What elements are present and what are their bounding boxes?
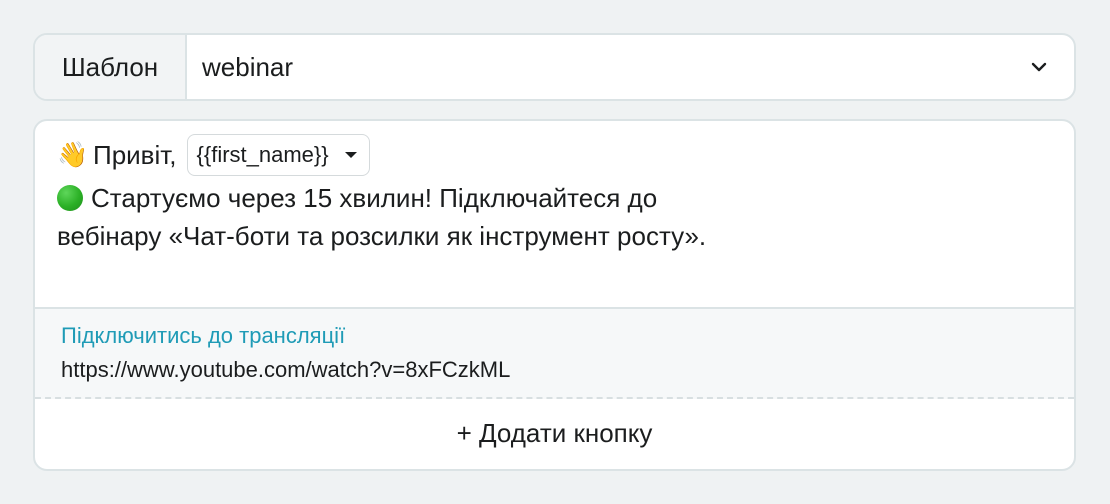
inline-button-url: https://www.youtube.com/watch?v=8xFCzkML (61, 357, 511, 382)
waving-hand-icon: 👋 (57, 140, 89, 169)
first-name-variable-chip[interactable]: {{first_name}} (186, 134, 370, 176)
greeting-text: Привіт, (93, 140, 177, 170)
message-text-area[interactable]: 👋 Привіт, {{first_name}} Стартуємо через… (35, 121, 1074, 309)
caret-down-icon (344, 152, 357, 158)
green-circle-icon (57, 185, 83, 211)
template-selected-value: webinar (202, 51, 294, 82)
template-selector[interactable]: Шаблон webinar (33, 33, 1076, 101)
template-dropdown[interactable]: webinar (187, 35, 1074, 99)
variable-label: {{first_name}} (196, 142, 329, 167)
message-editor: 👋 Привіт, {{first_name}} Стартуємо через… (33, 119, 1076, 471)
inline-button-title: Підключитись до трансляції (61, 323, 346, 348)
message-line-2: вебінару «Чат-боти та розсилки як інстру… (57, 221, 707, 251)
chevron-down-icon[interactable] (1030, 61, 1048, 73)
template-label: Шаблон (35, 35, 187, 99)
message-line-1: Стартуємо через 15 хвилин! Підключайтеся… (91, 183, 658, 213)
inline-url-button[interactable]: Підключитись до трансляції https://www.y… (35, 309, 1074, 399)
add-button[interactable]: + Додати кнопку (35, 399, 1074, 467)
